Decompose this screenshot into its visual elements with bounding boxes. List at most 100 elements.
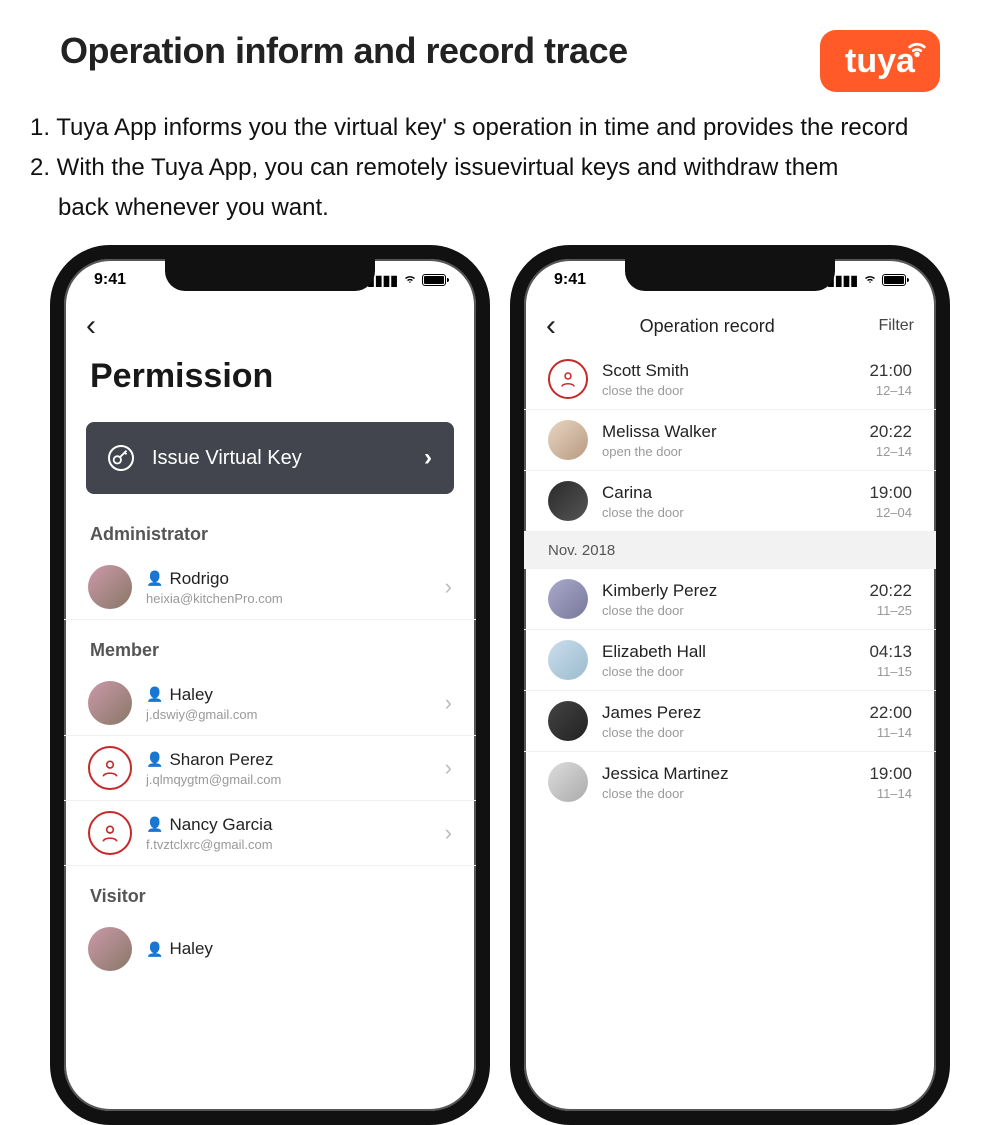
avatar-outline xyxy=(548,359,588,399)
record-name: Carina xyxy=(602,483,652,503)
record-date: 12–04 xyxy=(869,505,912,520)
avatar xyxy=(88,565,132,609)
phone-permission: 9:41 ▮▮▮▮ ‹ Permission Issue Virtual Key… xyxy=(50,245,490,1125)
record-name: Kimberly Perez xyxy=(602,581,717,601)
avatar xyxy=(548,640,588,680)
avatar-outline xyxy=(88,746,132,790)
status-time: 9:41 xyxy=(554,271,586,289)
record-name: Jessica Martinez xyxy=(602,764,729,784)
bullet-2b: back whenever you want. xyxy=(30,190,970,226)
screen-title: Permission xyxy=(64,349,476,416)
status-time: 9:41 xyxy=(94,271,126,289)
tuya-logo: tuya xyxy=(820,30,940,92)
user-name: Haley xyxy=(169,685,212,705)
nav-bar: ‹ Operation record Filter xyxy=(524,301,936,349)
person-icon: 👤 xyxy=(146,570,163,587)
user-email: heixia@kitchenPro.com xyxy=(146,591,445,606)
record-name: James Perez xyxy=(602,703,701,723)
avatar xyxy=(88,681,132,725)
avatar xyxy=(548,701,588,741)
description: 1. Tuya App informs you the virtual key'… xyxy=(30,110,970,230)
chevron-right-icon: › xyxy=(424,444,432,472)
person-icon: 👤 xyxy=(146,686,163,703)
avatar xyxy=(88,927,132,971)
record-date: 11–14 xyxy=(869,786,912,801)
tuya-logo-text: tuya xyxy=(845,42,915,81)
record-time: 20:22 xyxy=(869,422,912,442)
avatar xyxy=(548,762,588,802)
section-visitor: Visitor xyxy=(64,880,476,917)
record-row[interactable]: Melissa Walker open the door 20:22 12–14 xyxy=(524,410,936,471)
member-row[interactable]: 👤 Sharon Perez j.qlmqygtm@gmail.com › xyxy=(64,736,476,801)
filter-button[interactable]: Filter xyxy=(878,317,914,335)
page-title: Operation inform and record trace xyxy=(60,30,628,72)
record-row[interactable]: James Perez close the door 22:00 11–14 xyxy=(524,691,936,752)
record-time: 21:00 xyxy=(869,361,912,381)
chevron-right-icon: › xyxy=(445,755,452,781)
notch xyxy=(625,259,835,291)
battery-icon xyxy=(882,274,906,286)
record-time: 20:22 xyxy=(869,581,912,601)
avatar xyxy=(548,579,588,619)
record-time: 22:00 xyxy=(869,703,912,723)
chevron-right-icon: › xyxy=(445,690,452,716)
member-row[interactable]: 👤 Haley j.dswiy@gmail.com › xyxy=(64,671,476,736)
user-email: j.dswiy@gmail.com xyxy=(146,707,445,722)
record-date: 11–14 xyxy=(869,725,912,740)
battery-icon xyxy=(422,274,446,286)
back-button[interactable]: ‹ xyxy=(86,309,96,343)
record-time: 19:00 xyxy=(869,764,912,784)
record-date: 12–14 xyxy=(869,444,912,459)
record-action: close the door xyxy=(602,725,869,740)
nav-bar: ‹ xyxy=(64,301,476,349)
user-name: Nancy Garcia xyxy=(169,815,272,835)
chevron-right-icon: › xyxy=(445,574,452,600)
issue-virtual-key-button[interactable]: Issue Virtual Key › xyxy=(86,422,454,494)
record-time: 04:13 xyxy=(869,642,912,662)
record-action: close the door xyxy=(602,786,869,801)
record-time: 19:00 xyxy=(869,483,912,503)
section-administrator: Administrator xyxy=(64,518,476,555)
bullet-2a: 2. With the Tuya App, you can remotely i… xyxy=(30,150,970,186)
record-name: Elizabeth Hall xyxy=(602,642,706,662)
record-date: 11–15 xyxy=(869,664,912,679)
person-icon: 👤 xyxy=(146,941,163,958)
member-row[interactable]: 👤 Nancy Garcia f.tvztclxrc@gmail.com › xyxy=(64,801,476,866)
avatar xyxy=(548,481,588,521)
phone-operation-record: 9:41 ▮▮▮▮ ‹ Operation record Filter Scot… xyxy=(510,245,950,1125)
admin-row[interactable]: 👤 Rodrigo heixia@kitchenPro.com › xyxy=(64,555,476,620)
record-row[interactable]: Kimberly Perez close the door 20:22 11–2… xyxy=(524,569,936,630)
person-icon: 👤 xyxy=(146,751,163,768)
record-name: Melissa Walker xyxy=(602,422,717,442)
user-name: Rodrigo xyxy=(169,569,229,589)
record-row[interactable]: Carina close the door 19:00 12–04 xyxy=(524,471,936,532)
bullet-1: 1. Tuya App informs you the virtual key'… xyxy=(30,110,970,146)
record-date: 12–14 xyxy=(869,383,912,398)
avatar xyxy=(548,420,588,460)
issue-key-label: Issue Virtual Key xyxy=(152,447,424,470)
key-icon xyxy=(108,445,134,471)
user-name: Sharon Perez xyxy=(169,750,273,770)
record-row[interactable]: Scott Smith close the door 21:00 12–14 xyxy=(524,349,936,410)
record-action: open the door xyxy=(602,444,869,459)
section-member: Member xyxy=(64,634,476,671)
record-action: close the door xyxy=(602,664,869,679)
notch xyxy=(165,259,375,291)
wifi-icon xyxy=(906,36,928,64)
chevron-right-icon: › xyxy=(445,820,452,846)
person-icon: 👤 xyxy=(146,816,163,833)
visitor-row[interactable]: 👤 Haley xyxy=(64,917,476,981)
user-email: f.tvztclxrc@gmail.com xyxy=(146,837,445,852)
record-row[interactable]: Elizabeth Hall close the door 04:13 11–1… xyxy=(524,630,936,691)
record-date: 11–25 xyxy=(869,603,912,618)
user-name: Haley xyxy=(169,939,212,959)
record-action: close the door xyxy=(602,603,869,618)
record-action: close the door xyxy=(602,383,869,398)
record-row[interactable]: Jessica Martinez close the door 19:00 11… xyxy=(524,752,936,812)
wifi-icon xyxy=(862,272,878,288)
month-header: Nov. 2018 xyxy=(524,532,936,569)
record-action: close the door xyxy=(602,505,869,520)
wifi-icon xyxy=(402,272,418,288)
user-email: j.qlmqygtm@gmail.com xyxy=(146,772,445,787)
nav-title: Operation record xyxy=(536,316,878,337)
